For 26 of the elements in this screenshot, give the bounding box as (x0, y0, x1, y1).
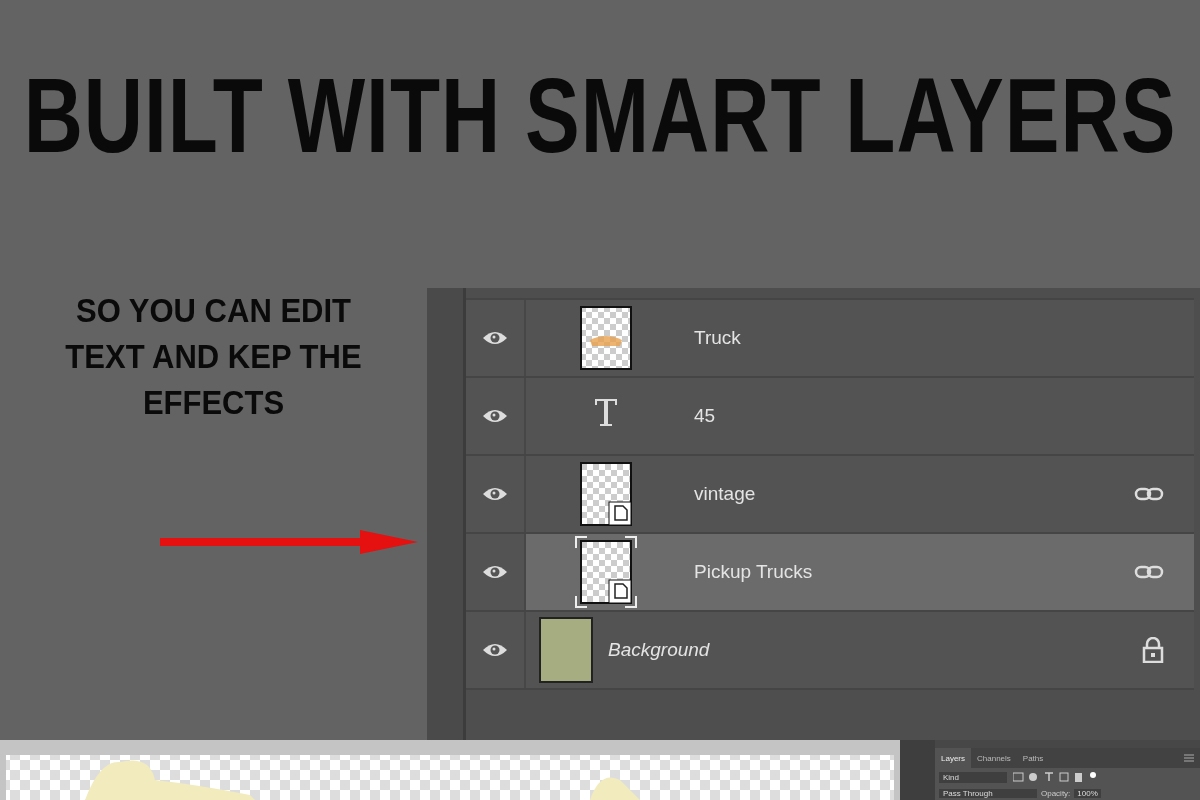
eye-icon[interactable] (482, 330, 508, 346)
panel-sidebar (900, 740, 935, 800)
layer-row[interactable]: 45 (466, 378, 1194, 456)
layer-name: vintage (694, 483, 757, 505)
panel-tab[interactable]: Layers (935, 748, 971, 768)
filter-dropdown[interactable]: Kind (939, 771, 1007, 783)
layer-row[interactable]: Background (466, 612, 1194, 690)
opacity-field[interactable]: 100% (1074, 788, 1101, 798)
opacity-label: Opacity: (1041, 788, 1071, 798)
layer-row[interactable]: Pickup Trucks (466, 534, 1194, 612)
layer-row[interactable]: Truck (466, 300, 1194, 378)
headline: BUILT WITH SMART LAYERS (23, 62, 1177, 169)
layer-name: Pickup Trucks (694, 561, 814, 583)
layer-name: 45 (694, 405, 717, 427)
eye-icon[interactable] (482, 408, 508, 424)
panel-tab[interactable]: Channels (971, 748, 1017, 768)
layer-name: Background (608, 639, 711, 661)
panel-tab[interactable]: Paths (1016, 748, 1050, 768)
eye-icon[interactable] (482, 642, 508, 658)
blend-mode-dropdown[interactable]: Pass Through (939, 788, 1037, 798)
caption: SO YOU CAN EDIT TEXT AND KEP THE EFFECTS (64, 290, 363, 425)
arrow-icon (159, 530, 418, 555)
layer-row[interactable]: vintage (466, 456, 1194, 534)
eye-icon[interactable] (482, 486, 508, 502)
layer-name: Truck (694, 327, 742, 349)
eye-icon[interactable] (482, 564, 508, 580)
